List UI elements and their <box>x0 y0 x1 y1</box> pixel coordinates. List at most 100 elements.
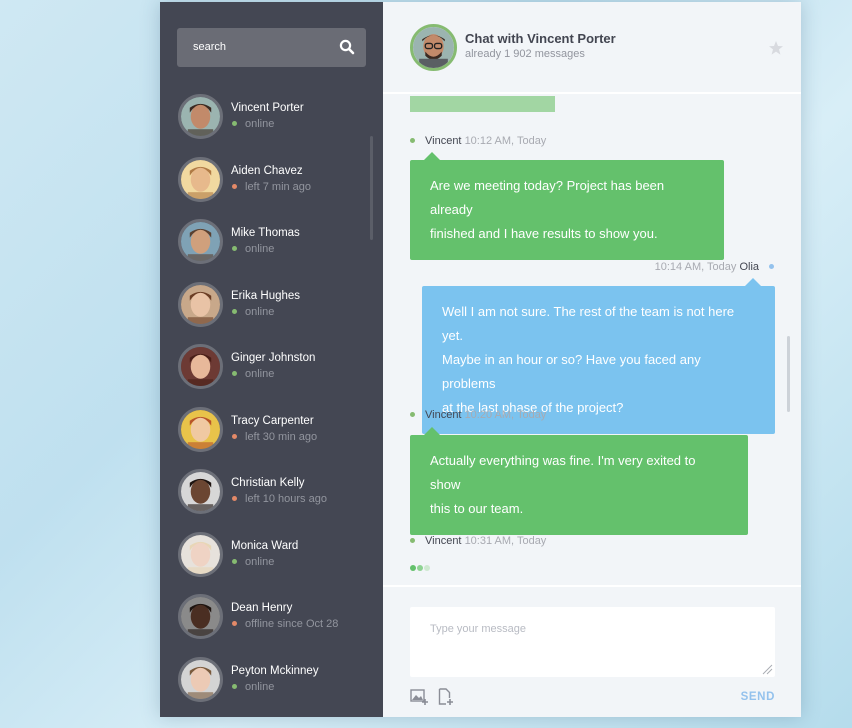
contact-status-text: offline since Oct 28 <box>245 618 339 630</box>
star-icon[interactable] <box>768 40 784 56</box>
online-dot <box>769 263 774 269</box>
contact-item[interactable]: Tracy Carpenter left 30 min ago <box>178 406 363 453</box>
search-box[interactable]: search <box>177 28 366 67</box>
contact-item[interactable]: Erika Hughes online <box>178 281 363 328</box>
chat-header: Chat with Vincent Porter already 1 902 m… <box>383 2 801 94</box>
contact-item[interactable]: Peyton Mckinney online <box>178 656 363 703</box>
status-dot <box>232 121 237 127</box>
contact-status: online <box>231 368 274 380</box>
message-line: Maybe in an hour or so? Have you faced a… <box>442 352 701 391</box>
contacts-sidebar: search Vincent Porter online Aiden Chavez l… <box>160 2 383 717</box>
contact-status-text: online <box>245 243 275 255</box>
avatar[interactable] <box>178 531 223 577</box>
contact-status-text: online <box>245 368 275 380</box>
avatar[interactable] <box>178 344 223 389</box>
avatar[interactable] <box>178 281 223 327</box>
message-sender: Olia <box>739 261 759 273</box>
message-line: this to our team. <box>430 501 524 516</box>
contact-status-text: left 7 min ago <box>245 180 312 193</box>
avatar[interactable] <box>178 406 223 452</box>
contact-status: online <box>231 556 274 568</box>
contact-status-text: left 30 min ago <box>245 430 318 443</box>
message-time: 10:12 AM, Today <box>464 135 547 147</box>
online-dot <box>410 537 415 543</box>
contact-status: offline since Oct 28 <box>231 618 338 630</box>
status-dot <box>232 496 237 502</box>
message-composer: Type your message SEND <box>383 585 801 717</box>
typing-dot <box>424 565 430 571</box>
contact-status-text: online <box>245 555 275 568</box>
message-input[interactable]: Type your message <box>410 607 775 677</box>
resize-handle-icon[interactable] <box>761 663 773 675</box>
chat-title: Chat with Vincent Porter <box>465 31 616 46</box>
contact-name: Dean Henry <box>231 602 293 614</box>
status-dot <box>232 558 237 564</box>
contact-status: online <box>231 306 274 318</box>
contact-status-text: online <box>245 118 275 130</box>
typing-indicator <box>410 558 431 576</box>
message-line: Are we meeting today? Project has been a… <box>430 178 665 217</box>
status-dot <box>232 371 237 377</box>
contact-status-text: online <box>245 680 275 693</box>
online-dot <box>410 411 415 417</box>
message-time: 10:20 AM, Today <box>464 409 547 421</box>
contact-item[interactable]: Ginger Johnston online <box>178 344 363 390</box>
typing-dot <box>410 565 416 571</box>
message-meta: Vincent 10:12 AM, Today <box>410 135 546 147</box>
chat-history: Vincent 10:12 AM, Today Are we meeting t… <box>383 96 801 585</box>
avatar[interactable] <box>178 219 223 264</box>
file-add-icon[interactable] <box>438 688 454 706</box>
online-dot <box>410 137 415 143</box>
chat-app: search Vincent Porter online Aiden Chavez l… <box>160 2 801 717</box>
contact-item[interactable]: Aiden Chavez left 7 min ago <box>178 156 363 203</box>
contact-status: left 10 hours ago <box>231 493 327 505</box>
message-time: 10:14 AM, Today <box>654 261 737 273</box>
contact-item[interactable]: Monica Ward online <box>178 531 363 578</box>
status-dot <box>232 621 237 627</box>
avatar[interactable] <box>178 469 223 514</box>
typing-dot <box>417 565 423 571</box>
contact-item[interactable]: Dean Henry offline since Oct 28 <box>178 594 363 640</box>
send-button[interactable]: SEND <box>741 691 775 703</box>
message-meta: 10:14 AM, Today Olia <box>655 261 774 273</box>
contact-status: left 7 min ago <box>231 181 311 193</box>
status-dot <box>232 183 237 189</box>
contact-name: Monica Ward <box>231 539 299 552</box>
contact-name: Tracy Carpenter <box>231 414 314 427</box>
message-sender: Vincent <box>425 535 462 547</box>
contact-status-text: online <box>245 305 275 318</box>
message-bubble: Actually everything was fine. I'm very e… <box>410 427 748 535</box>
message-line: Actually everything was fine. I'm very e… <box>430 453 696 492</box>
contacts-scrollbar[interactable] <box>370 136 373 240</box>
chat-panel: Chat with Vincent Porter already 1 902 m… <box>383 2 801 717</box>
avatar[interactable] <box>178 94 223 139</box>
image-add-icon[interactable] <box>410 689 428 705</box>
contact-name: Ginger Johnston <box>231 352 316 364</box>
status-dot <box>232 246 237 252</box>
message-line: Well I am not sure. The rest of the team… <box>442 304 735 343</box>
avatar[interactable] <box>410 24 457 71</box>
status-dot <box>232 433 237 439</box>
search-input[interactable]: search <box>193 41 226 53</box>
message-bubble-partial <box>410 96 555 112</box>
contact-item[interactable]: Mike Thomas online <box>178 219 363 265</box>
contact-name: Aiden Chavez <box>231 164 303 177</box>
status-dot <box>232 308 237 314</box>
contact-name: Vincent Porter <box>231 102 304 114</box>
contact-item[interactable]: Christian Kelly left 10 hours ago <box>178 469 363 515</box>
avatar[interactable] <box>178 594 223 639</box>
search-icon[interactable] <box>339 39 355 55</box>
contact-item[interactable]: Vincent Porter online <box>178 94 363 140</box>
avatar[interactable] <box>178 656 223 702</box>
contact-name: Peyton Mckinney <box>231 664 319 677</box>
message-sender: Vincent <box>425 135 462 147</box>
contact-status: online <box>231 681 274 693</box>
message-input-placeholder: Type your message <box>430 623 526 635</box>
message-time: 10:31 AM, Today <box>464 535 547 547</box>
avatar[interactable] <box>178 156 223 202</box>
message-count: already 1 902 messages <box>465 48 585 60</box>
contact-name: Christian Kelly <box>231 477 305 489</box>
message-bubble: Are we meeting today? Project has been a… <box>410 152 724 260</box>
contact-name: Erika Hughes <box>231 289 301 302</box>
chat-scrollbar[interactable] <box>787 336 790 412</box>
